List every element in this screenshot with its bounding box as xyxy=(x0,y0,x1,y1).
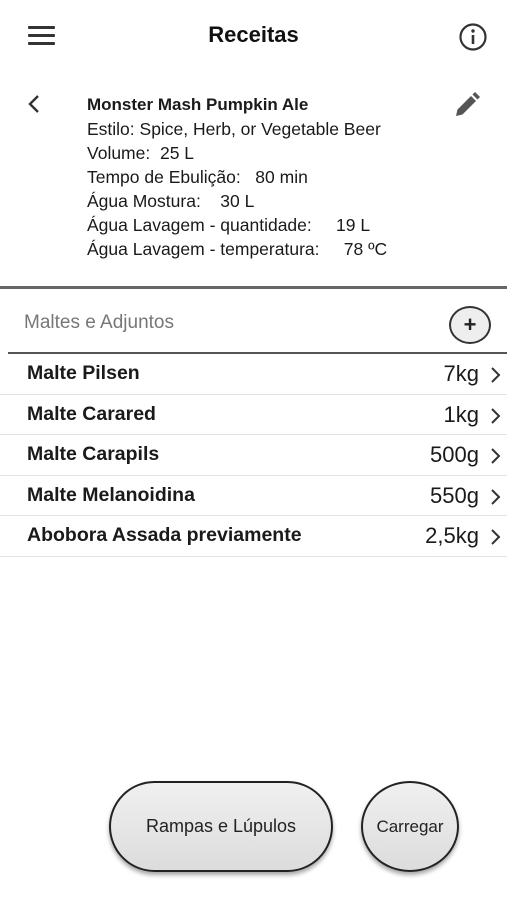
recipe-volume: Volume: 25 L xyxy=(87,143,195,163)
item-quantity: 7kg xyxy=(443,361,479,386)
malts-list: Malte Pilsen 7kg Malte Carared 1kg Malte… xyxy=(0,354,507,557)
recipe-boil-time: Tempo de Ebulição: 80 min xyxy=(87,167,308,187)
section-divider xyxy=(0,286,507,289)
top-bar: Receitas xyxy=(0,0,507,72)
item-name: Malte Pilsen xyxy=(27,362,140,384)
list-item[interactable]: Malte Carapils 500g xyxy=(0,435,507,476)
list-item[interactable]: Malte Pilsen 7kg xyxy=(0,354,507,395)
item-quantity: 500g xyxy=(430,442,479,467)
pencil-icon[interactable] xyxy=(452,90,482,120)
recipe-name: Monster Mash Pumpkin Ale xyxy=(87,95,309,114)
recipe-details: Monster Mash Pumpkin Ale Estilo: Spice, … xyxy=(87,93,447,261)
chevron-right-icon xyxy=(491,407,501,424)
list-item[interactable]: Malte Melanoidina 550g xyxy=(0,476,507,516)
recipe-sparge-quantity: Água Lavagem - quantidade: 19 L xyxy=(87,215,371,235)
info-icon[interactable] xyxy=(458,22,488,52)
recipe-mash-water: Água Mostura: 30 L xyxy=(87,191,255,211)
chevron-right-icon xyxy=(491,488,501,505)
carregar-button[interactable]: Carregar xyxy=(361,781,459,872)
item-quantity: 550g xyxy=(430,482,479,508)
list-item[interactable]: Malte Carared 1kg xyxy=(0,395,507,435)
chevron-right-icon xyxy=(491,529,501,545)
chevron-right-icon xyxy=(491,367,501,383)
chevron-right-icon xyxy=(491,448,501,464)
recipe-sparge-temperature: Água Lavagem - temperatura: 78 ºC xyxy=(87,239,388,259)
malts-section-header: Maltes e Adjuntos xyxy=(24,312,174,333)
item-name: Malte Carared xyxy=(27,402,156,425)
item-name: Malte Melanoidina xyxy=(27,483,195,506)
item-name: Abobora Assada previamente xyxy=(27,524,302,546)
page-title: Receitas xyxy=(208,22,299,47)
item-quantity: 2,5kg xyxy=(425,523,479,548)
item-quantity: 1kg xyxy=(443,401,479,427)
item-name: Malte Carapils xyxy=(27,443,160,465)
add-malt-button[interactable]: + xyxy=(449,306,491,344)
list-item[interactable]: Abobora Assada previamente 2,5kg xyxy=(0,516,507,557)
recipe-style: Estilo: Spice, Herb, or Vegetable Beer xyxy=(87,119,381,139)
rampas-lupulos-button[interactable]: Rampas e Lúpulos xyxy=(109,781,333,872)
chevron-left-icon[interactable] xyxy=(24,93,44,115)
